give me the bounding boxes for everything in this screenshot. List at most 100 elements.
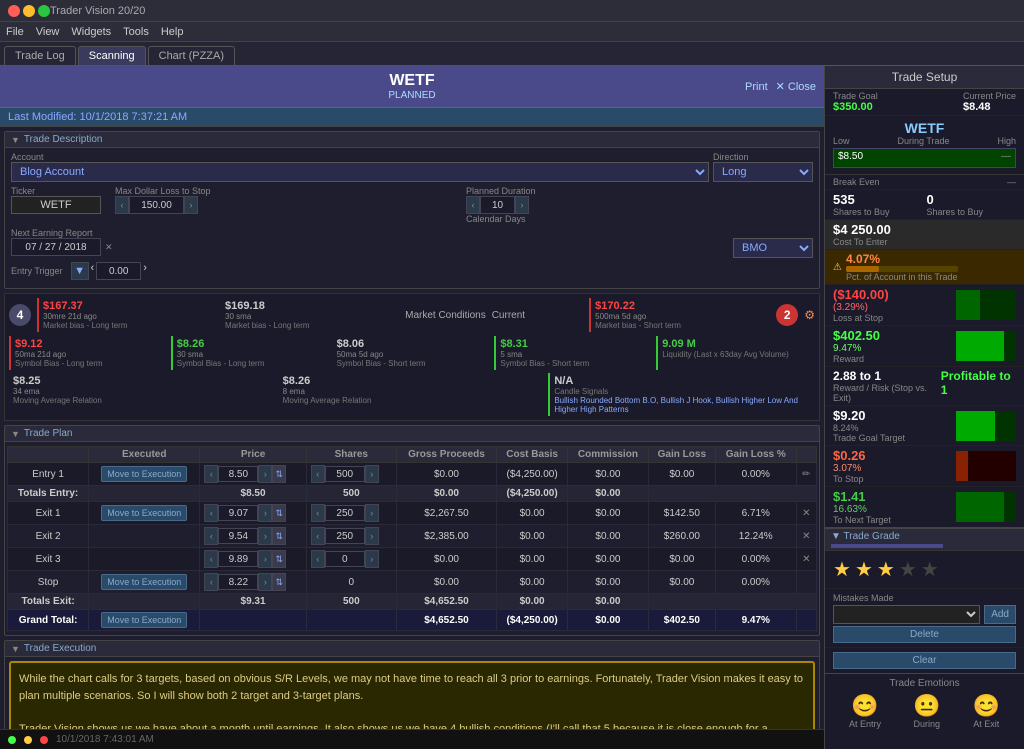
exit-1-price-dec[interactable]: ‹ <box>204 504 218 522</box>
menu-view[interactable]: View <box>36 26 60 38</box>
max-loss-decrement[interactable]: ‹ <box>115 196 129 214</box>
trade-description-header: ▼ Trade Description <box>5 132 819 148</box>
entry-1-price-extra[interactable]: ⇅ <box>272 465 286 483</box>
menu-tools[interactable]: Tools <box>123 26 149 38</box>
exit-1-shares-inc[interactable]: › <box>365 504 379 522</box>
grade-arrow[interactable]: ▼ <box>831 531 841 542</box>
delete-mistake-btn[interactable]: Delete <box>833 626 1016 643</box>
main-scrollable[interactable]: ▼ Trade Description Account Blog Account… <box>0 127 824 729</box>
exit-1-price-inc[interactable]: › <box>258 504 272 522</box>
trade-goal-label: Trade Goal <box>833 91 878 101</box>
tab-scanning[interactable]: Scanning <box>78 46 146 65</box>
exit-2-price-extra[interactable]: ⇅ <box>272 527 286 545</box>
right-scrollable[interactable]: Trade Goal $350.00 Current Price $8.48 W… <box>825 89 1024 749</box>
entry-1-edit-icon[interactable]: ✏ <box>802 469 810 480</box>
star-2[interactable]: ★ <box>855 557 873 582</box>
entry-1-price-inc[interactable]: › <box>258 465 272 483</box>
emotion-during-label: During <box>914 719 941 729</box>
mistakes-select[interactable] <box>833 605 980 624</box>
emotion-exit-face[interactable]: 😊 <box>973 693 1000 719</box>
menu-file[interactable]: File <box>6 26 24 38</box>
entry-1-shares-inc[interactable]: › <box>365 465 379 483</box>
menu-widgets[interactable]: Widgets <box>71 26 111 38</box>
account-select[interactable]: Blog Account <box>11 162 709 182</box>
exit-1-price-input[interactable] <box>218 505 258 521</box>
grand-total-move-btn[interactable]: Move to Execution <box>101 612 187 628</box>
menu-help[interactable]: Help <box>161 26 184 38</box>
exit-2-shares-input[interactable] <box>325 528 365 544</box>
entry-1-price-input[interactable] <box>218 466 258 482</box>
star-5[interactable]: ★ <box>921 557 939 582</box>
ma-sub2-1: Moving Average Relation <box>13 396 272 405</box>
exit-3-price-inc[interactable]: › <box>258 550 272 568</box>
star-3[interactable]: ★ <box>877 557 895 582</box>
entry-1-price-dec[interactable]: ‹ <box>204 465 218 483</box>
star-1[interactable]: ★ <box>833 557 851 582</box>
close-trade-btn[interactable]: ✕ Close <box>776 80 816 93</box>
duration-input[interactable] <box>480 196 515 214</box>
earnings-clear-btn[interactable]: ✕ <box>105 242 113 253</box>
execution-arrow[interactable]: ▼ <box>11 644 20 654</box>
earnings-type-select[interactable]: BMO <box>733 238 813 258</box>
exit-1-shares-input[interactable] <box>325 505 365 521</box>
liquidity-item: 9.09 M Liquidity (Last x 63day Avg Volum… <box>656 336 815 370</box>
exit-2-price-inc[interactable]: › <box>258 527 272 545</box>
stop-price-input[interactable] <box>218 574 258 590</box>
reward-bar-vis <box>956 331 1016 361</box>
exit-1-delete-icon[interactable]: ✕ <box>802 508 810 519</box>
trigger-input[interactable] <box>96 262 141 280</box>
tab-chart[interactable]: Chart (PZZA) <box>148 46 235 65</box>
earnings-date-input[interactable] <box>11 238 101 256</box>
entry-1-shares-dec[interactable]: ‹ <box>311 465 325 483</box>
clear-btn[interactable]: Clear <box>833 652 1016 669</box>
trigger-btn[interactable]: ▼ <box>71 262 89 280</box>
stop-move-btn[interactable]: Move to Execution <box>101 574 187 590</box>
grand-total-gain: $402.50 <box>648 610 715 631</box>
max-loss-input[interactable] <box>129 196 184 214</box>
exit-3-shares-input[interactable] <box>325 551 365 567</box>
minimize-window-btn[interactable] <box>23 5 35 17</box>
exit-2-shares-inc[interactable]: › <box>365 527 379 545</box>
exit-1-move-btn[interactable]: Move to Execution <box>101 505 187 521</box>
exit-1-shares-dec[interactable]: ‹ <box>311 504 325 522</box>
exit-2-price-dec[interactable]: ‹ <box>204 527 218 545</box>
stop-price-extra[interactable]: ⇅ <box>272 573 286 591</box>
market-settings-btn[interactable]: ⚙ <box>804 308 815 322</box>
emotion-entry-face[interactable]: 😊 <box>851 693 878 719</box>
close-window-btn[interactable] <box>8 5 20 17</box>
stop-price-inc[interactable]: › <box>258 573 272 591</box>
stop-price-dec[interactable]: ‹ <box>204 573 218 591</box>
trade-description-content: Account Blog Account Direction Long <box>5 148 819 288</box>
exit-3-shares-inc[interactable]: › <box>365 550 379 568</box>
ticker-input[interactable] <box>11 196 101 214</box>
exit-3-delete-icon[interactable]: ✕ <box>802 554 810 565</box>
add-mistake-btn[interactable]: Add <box>984 605 1016 624</box>
current-price-value: $8.48 <box>963 101 1016 113</box>
exit-1-price-extra[interactable]: ⇅ <box>272 504 286 522</box>
exit-2-delete-icon[interactable]: ✕ <box>802 531 810 542</box>
print-btn[interactable]: Print <box>745 81 768 93</box>
trigger-decrement[interactable]: ‹ <box>91 262 95 280</box>
duration-decrement[interactable]: ‹ <box>466 196 480 214</box>
exit-3-price-dec[interactable]: ‹ <box>204 550 218 568</box>
duration-increment[interactable]: › <box>515 196 529 214</box>
to-stop-inner: $0.26 3.07% To Stop <box>833 448 1016 484</box>
collapse-arrow[interactable]: ▼ <box>11 135 20 145</box>
maximize-window-btn[interactable] <box>38 5 50 17</box>
exit-3-price-input[interactable] <box>218 551 258 567</box>
direction-select[interactable]: Long <box>713 162 813 182</box>
star-4[interactable]: ★ <box>899 557 917 582</box>
trigger-increment[interactable]: › <box>143 262 147 280</box>
exit-2-shares-dec[interactable]: ‹ <box>311 527 325 545</box>
exit-3-shares-dec[interactable]: ‹ <box>311 550 325 568</box>
trade-plan-arrow[interactable]: ▼ <box>11 429 20 439</box>
exit-3-price-extra[interactable]: ⇅ <box>272 550 286 568</box>
exit-2-price-input[interactable] <box>218 528 258 544</box>
max-loss-increment[interactable]: › <box>184 196 198 214</box>
entry-1-move-btn[interactable]: Move to Execution <box>101 466 187 482</box>
exit-3-empty <box>89 548 200 571</box>
tab-trade-log[interactable]: Trade Log <box>4 46 76 65</box>
emotion-during-face[interactable]: 😐 <box>913 693 940 719</box>
entry-1-shares-input[interactable] <box>325 466 365 482</box>
window-controls[interactable] <box>8 5 50 17</box>
